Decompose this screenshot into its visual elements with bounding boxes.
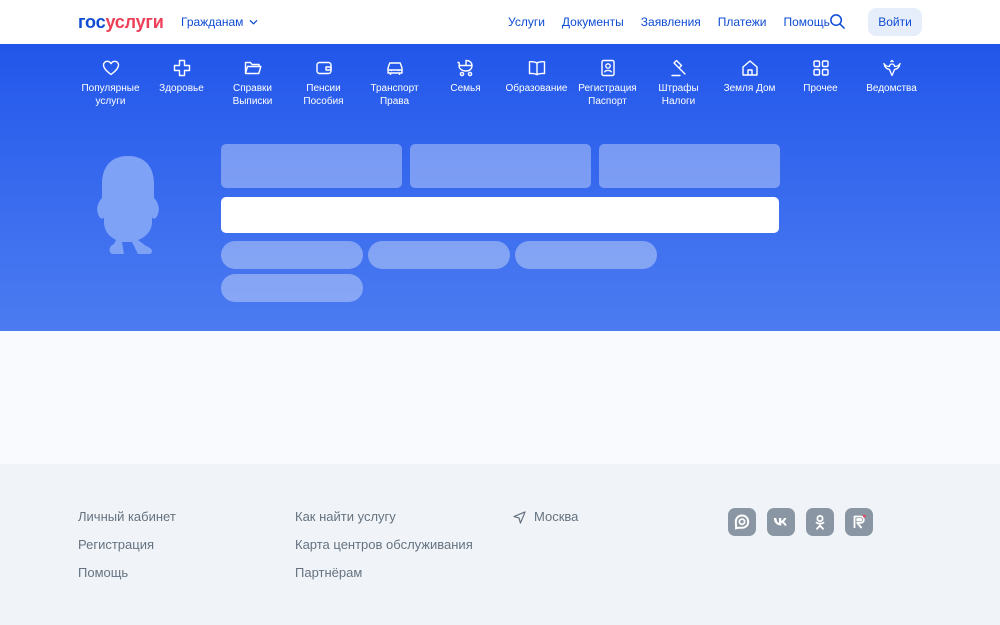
book-icon <box>527 58 547 78</box>
top-nav: Услуги Документы Заявления Платежи Помощ… <box>508 14 847 30</box>
category-popular[interactable]: Популярные услуги <box>75 58 146 108</box>
skeleton-pill-2 <box>368 241 510 269</box>
category-label: Транспорт Права <box>370 83 419 107</box>
skeleton-pill-4 <box>221 274 363 302</box>
site-footer: Личный кабинет Регистрация Помощь Как на… <box>0 464 1000 625</box>
vk-icon[interactable] <box>767 508 795 536</box>
category-nav: Популярные услуги Здоровье Справки Выписки… <box>75 58 927 108</box>
logo-part-gos: гос <box>78 12 106 32</box>
robot-mascot-illustration <box>97 156 159 254</box>
gavel-icon <box>669 58 689 78</box>
category-family[interactable]: Семья <box>430 58 501 108</box>
footer-link-service-centers-map[interactable]: Карта центров обслуживания <box>295 537 473 553</box>
skeleton-card-2 <box>410 144 591 188</box>
category-label: Ведомства <box>866 83 917 94</box>
category-other[interactable]: Прочее <box>785 58 856 108</box>
nav-help-link[interactable]: Помощь <box>783 14 829 30</box>
category-label: Штрафы Налоги <box>658 83 699 107</box>
skeleton-pill-3 <box>515 241 657 269</box>
chevron-down-icon <box>250 19 258 24</box>
footer-column-account: Личный кабинет Регистрация Помощь <box>78 509 176 593</box>
footer-link-registration[interactable]: Регистрация <box>78 537 176 553</box>
category-pensions[interactable]: Пенсии Пособия <box>288 58 359 108</box>
search-input[interactable] <box>221 197 779 233</box>
skeleton-card-1 <box>221 144 402 188</box>
nav-applications-link[interactable]: Заявления <box>641 14 701 30</box>
audience-selector[interactable]: Гражданам <box>181 14 258 30</box>
skeleton-pill-1 <box>221 241 363 269</box>
house-icon <box>740 58 760 78</box>
footer-column-services: Как найти услугу Карта центров обслужива… <box>295 509 473 593</box>
audience-label: Гражданам <box>181 15 244 29</box>
category-land-house[interactable]: Земля Дом <box>714 58 785 108</box>
category-certificates[interactable]: Справки Выписки <box>217 58 288 108</box>
city-selector[interactable]: Москва <box>513 509 578 525</box>
category-label: Пенсии Пособия <box>303 83 344 107</box>
footer-link-help[interactable]: Помощь <box>78 565 176 581</box>
rutube-icon[interactable] <box>845 508 873 536</box>
nav-payments-link[interactable]: Платежи <box>718 14 767 30</box>
category-transport[interactable]: Транспорт Права <box>359 58 430 108</box>
logo-part-uslugi: услуги <box>105 12 164 32</box>
nav-documents-link[interactable]: Документы <box>562 14 624 30</box>
skeleton-card-3 <box>599 144 780 188</box>
nav-services-link[interactable]: Услуги <box>508 14 545 30</box>
social-links <box>728 508 873 536</box>
category-label: Прочее <box>803 83 838 94</box>
category-label: Образование <box>505 83 568 94</box>
folder-icon <box>243 58 263 78</box>
car-icon <box>385 58 405 78</box>
search-icon[interactable] <box>829 13 846 30</box>
passport-icon <box>598 58 618 78</box>
category-education[interactable]: Образование <box>501 58 572 108</box>
city-label: Москва <box>534 509 579 524</box>
category-health[interactable]: Здоровье <box>146 58 217 108</box>
category-agencies[interactable]: Ведомства <box>856 58 927 108</box>
category-label: Земля Дом <box>723 83 776 94</box>
medical-cross-icon <box>172 58 192 78</box>
category-label: Популярные услуги <box>81 83 140 107</box>
wallet-icon <box>314 58 334 78</box>
hero-section: Популярные услуги Здоровье Справки Выписки… <box>0 44 1000 331</box>
gosuslugi-logo[interactable]: госуслуги <box>78 12 164 32</box>
eagle-emblem-icon <box>882 58 902 78</box>
footer-link-partners[interactable]: Партнёрам <box>295 565 473 581</box>
stroller-icon <box>456 58 476 78</box>
heart-icon <box>101 58 121 78</box>
odnoklassniki-icon[interactable] <box>806 508 834 536</box>
site-header: госуслуги Гражданам Услуги Документы Зая… <box>0 0 1000 44</box>
category-label: Справки Выписки <box>232 83 273 107</box>
category-label: Здоровье <box>159 83 204 94</box>
category-fines[interactable]: Штрафы Налоги <box>643 58 714 108</box>
category-label: Регистрация Паспорт <box>578 83 637 107</box>
login-button[interactable]: Войти <box>868 8 922 36</box>
category-label: Семья <box>450 83 481 94</box>
max-messenger-icon[interactable] <box>728 508 756 536</box>
location-arrow-icon <box>513 510 526 524</box>
footer-link-find-service[interactable]: Как найти услугу <box>295 509 473 525</box>
grid-icon <box>811 58 831 78</box>
footer-link-personal-account[interactable]: Личный кабинет <box>78 509 176 525</box>
category-registration[interactable]: Регистрация Паспорт <box>572 58 643 108</box>
